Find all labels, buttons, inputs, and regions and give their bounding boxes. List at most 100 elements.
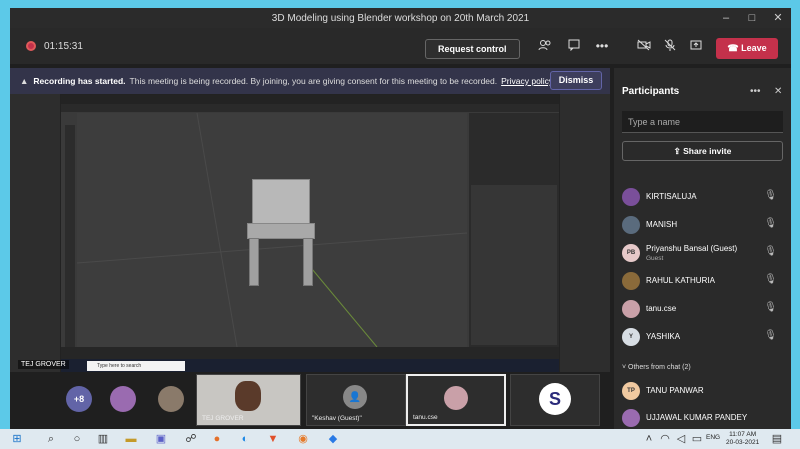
banner-bold-text: Recording has started. xyxy=(33,76,126,86)
video-tile[interactable]: TEJ GROVER xyxy=(196,374,301,426)
avatar: PB xyxy=(622,244,640,262)
language-indicator[interactable]: ENG xyxy=(706,434,720,441)
network-icon[interactable]: ◠ xyxy=(658,432,672,446)
leave-button[interactable]: ☎ Leave xyxy=(716,38,778,59)
windows-taskbar: ⊞ ⌕ ○ ▥ ▬ ▣ ☍ ● ◐ ▼ ◉ ◆ ˄ ◠ ◁ ▭ ENG 11:0… xyxy=(0,429,800,449)
blender-properties xyxy=(471,185,557,345)
firefox-icon[interactable]: ● xyxy=(210,432,224,446)
minimize-icon[interactable]: – xyxy=(713,8,739,28)
list-item[interactable]: PB Priyanshu Bansal (Guest) Guest 🎙 xyxy=(614,240,791,268)
app-icon[interactable]: ☍ xyxy=(184,432,198,446)
system-clock[interactable]: 11:07 AM 20-03-2021 xyxy=(726,431,759,447)
list-item[interactable]: MANISH 🎙 xyxy=(614,212,791,240)
brave-icon[interactable]: ▼ xyxy=(266,432,280,446)
chat-icon[interactable] xyxy=(564,39,584,54)
video-tile[interactable]: S xyxy=(510,374,600,426)
blender-timeline xyxy=(61,347,559,359)
avatar xyxy=(622,216,640,234)
video-tile[interactable]: 👤 "Keshav (Guest)" xyxy=(306,374,406,426)
app-icon[interactable]: ◆ xyxy=(326,432,340,446)
tile-label: tanu.cse xyxy=(413,414,438,421)
share-icon: ⇪ xyxy=(673,146,684,156)
meeting-toolbar: 01:15:31 Request control ••• ☎ Leave xyxy=(10,28,791,64)
close-icon[interactable]: ✕ xyxy=(765,8,791,28)
banner-text: This meeting is being recorded. By joini… xyxy=(129,76,498,86)
list-item[interactable]: Y YASHIKA 🎙 xyxy=(614,324,791,352)
volume-icon[interactable]: ◁ xyxy=(674,432,688,446)
title-bar: 3D Modeling using Blender workshop on 20… xyxy=(10,8,791,28)
participant-role: Guest xyxy=(646,255,664,262)
participant-name: tanu.cse xyxy=(646,304,677,313)
phone-icon: ☎ xyxy=(727,43,742,53)
teams-icon[interactable]: ▣ xyxy=(154,432,168,446)
mic-off-icon: 🎙 xyxy=(764,330,777,341)
participant-search-input[interactable]: Type a name xyxy=(622,111,783,133)
participant-name: RAHUL KATHURIA xyxy=(646,276,715,285)
window-controls: – □ ✕ xyxy=(713,8,791,28)
video-gallery: +8 TEJ GROVER 👤 "Keshav (Guest)" tanu.cs… xyxy=(10,372,610,429)
notification-icon[interactable]: ▤ xyxy=(770,432,784,446)
overflow-count-badge[interactable]: +8 xyxy=(66,386,92,412)
avatar: S xyxy=(539,383,571,415)
list-item[interactable]: TP TANU PANWAR xyxy=(614,378,791,406)
edge-icon[interactable]: ◐ xyxy=(238,432,252,446)
avatar xyxy=(622,409,640,427)
teams-window: 3D Modeling using Blender workshop on 20… xyxy=(10,8,791,429)
dismiss-button[interactable]: Dismiss xyxy=(550,71,602,90)
recording-banner-icon: ▲ xyxy=(20,76,29,86)
avatar xyxy=(622,300,640,318)
blender-window: Type here to search xyxy=(60,94,560,373)
privacy-policy-link[interactable]: Privacy policy xyxy=(501,76,553,86)
list-item[interactable]: KIRTISALUJA 🎙 xyxy=(614,184,791,212)
shared-search-box: Type here to search xyxy=(87,361,185,371)
mic-off-icon: 🎙 xyxy=(764,302,777,313)
participant-name: Priyanshu Bansal (Guest) xyxy=(646,244,738,253)
clock-time: 11:07 AM xyxy=(729,431,757,438)
share-tray-icon[interactable] xyxy=(686,39,706,54)
list-item[interactable]: RAHUL KATHURIA 🎙 xyxy=(614,268,791,296)
more-options-icon[interactable]: ••• xyxy=(750,86,761,97)
avatar xyxy=(622,272,640,290)
blender-toolbar xyxy=(65,125,75,350)
cortana-icon[interactable]: ○ xyxy=(70,432,84,446)
avatar: TP xyxy=(622,382,640,400)
avatar[interactable] xyxy=(158,386,184,412)
participants-panel: Participants ••• ✕ Type a name ⇪ Share i… xyxy=(614,68,791,429)
participant-name: YASHIKA xyxy=(646,332,681,341)
avatar: Y xyxy=(622,328,640,346)
maximize-icon[interactable]: □ xyxy=(739,8,765,28)
chevron-up-icon[interactable]: ˄ xyxy=(642,432,656,446)
task-view-icon[interactable]: ▥ xyxy=(96,432,110,446)
camera-off-icon[interactable] xyxy=(634,39,654,54)
mic-off-icon: 🎙 xyxy=(764,274,777,285)
recording-banner: ▲ Recording has started. This meeting is… xyxy=(10,68,610,94)
avatar xyxy=(444,386,468,410)
search-icon[interactable]: ⌕ xyxy=(44,432,58,446)
others-section-label: Others from chat (2) xyxy=(628,364,691,371)
blender-viewport xyxy=(77,113,467,347)
windows-start-icon[interactable]: ⊞ xyxy=(10,432,24,446)
video-tile[interactable]: tanu.cse xyxy=(406,374,506,426)
blender-menu-bar xyxy=(61,104,559,112)
people-icon[interactable] xyxy=(535,39,555,54)
blender-icon[interactable]: ◉ xyxy=(296,432,310,446)
list-item[interactable]: UJJAWAL KUMAR PANDEY xyxy=(614,405,791,429)
mic-off-icon: 🎙 xyxy=(764,218,777,229)
user-icon: 👤 xyxy=(343,385,367,409)
tile-label: "Keshav (Guest)" xyxy=(312,415,362,422)
others-section-header[interactable]: ˅ Others from chat (2) xyxy=(622,364,691,371)
presenter-name-tag: TEJ GROVER xyxy=(18,360,69,369)
mic-off-icon[interactable] xyxy=(660,39,680,54)
chair-model-leg xyxy=(249,238,259,286)
battery-icon[interactable]: ▭ xyxy=(690,432,704,446)
panel-title: Participants xyxy=(622,86,680,97)
share-invite-button[interactable]: ⇪ Share invite xyxy=(622,141,783,161)
more-options-icon[interactable]: ••• xyxy=(592,39,612,53)
clock-date: 20-03-2021 xyxy=(726,439,760,446)
shared-windows-taskbar: Type here to search xyxy=(61,359,559,373)
close-icon[interactable]: ✕ xyxy=(774,86,782,97)
list-item[interactable]: tanu.cse 🎙 xyxy=(614,296,791,324)
request-control-button[interactable]: Request control xyxy=(425,39,520,59)
avatar[interactable] xyxy=(110,386,136,412)
file-explorer-icon[interactable]: ▬ xyxy=(124,432,138,446)
